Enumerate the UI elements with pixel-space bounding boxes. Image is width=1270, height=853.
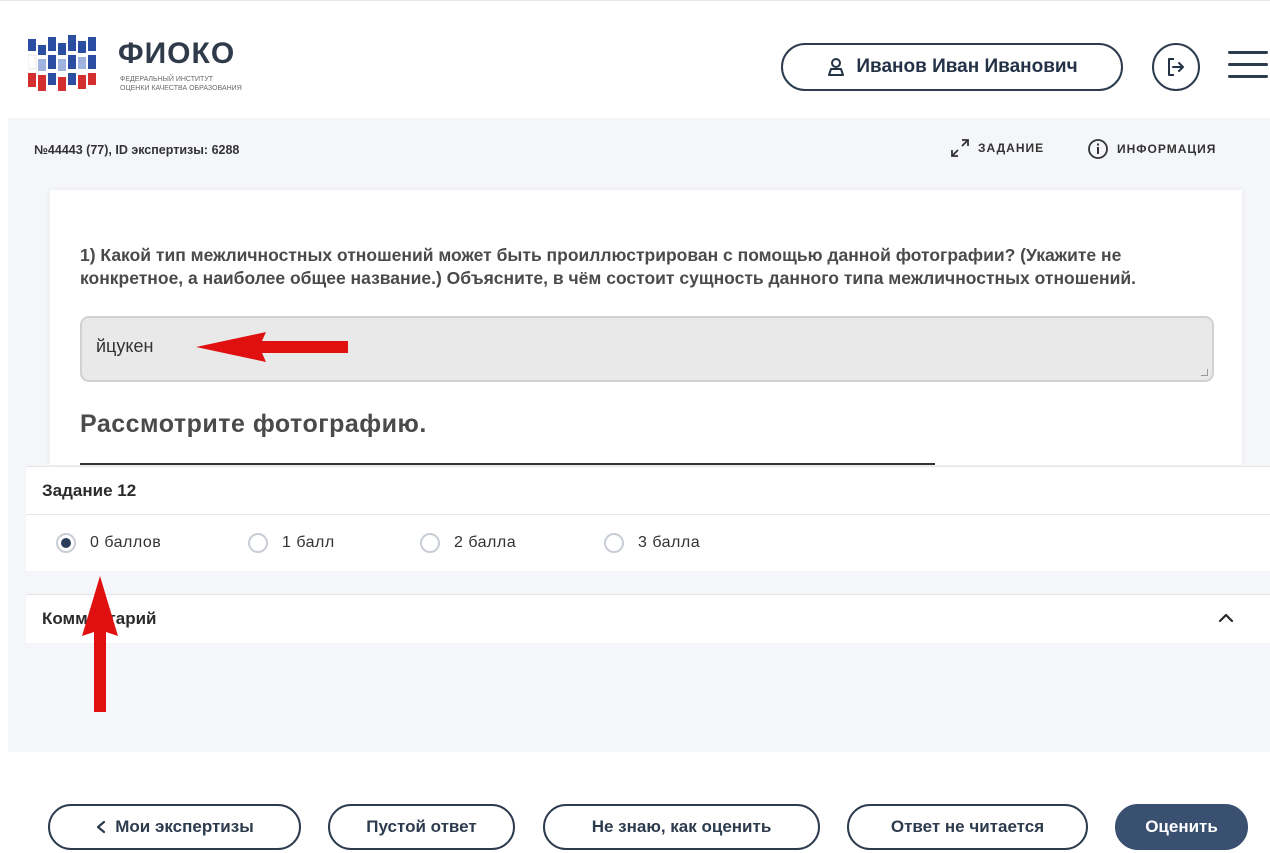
unreadable-answer-button[interactable]: Ответ не читается: [847, 804, 1088, 850]
answer-text: йцукен: [96, 336, 154, 356]
menu-icon: [1228, 51, 1268, 54]
fioko-logo[interactable]: ФИОКО ФЕДЕРАЛЬНЫЙ ИНСТИТУТ ОЦЕНКИ КАЧЕСТ…: [28, 35, 288, 97]
photo-heading: Рассмотрите фотографию.: [80, 410, 427, 438]
info-link[interactable]: ИНФОРМАЦИЯ: [1087, 138, 1216, 160]
score-option-label: 0 баллов: [90, 534, 162, 551]
radio-icon[interactable]: [420, 533, 440, 553]
dont-know-button[interactable]: Не знаю, как оценить: [543, 804, 820, 850]
user-icon: [828, 58, 845, 76]
expertise-id: №44443 (77), ID экспертизы: 6288: [34, 143, 240, 157]
logout-icon: [1168, 58, 1184, 76]
menu-icon-bar: [1228, 63, 1268, 66]
info-icon: [1088, 139, 1108, 159]
logo-title: ФИОКО: [118, 37, 236, 70]
divider: [26, 514, 1270, 515]
scoring-section: Задание 12 0 баллов 1 балл 2 балла 3 бал…: [26, 466, 1270, 571]
logout-button[interactable]: [1152, 43, 1200, 91]
annotation-arrow-up-icon: [82, 576, 118, 712]
score-option-label: 2 балла: [454, 534, 517, 551]
score-option-2[interactable]: 2 балла: [420, 533, 516, 553]
radio-icon[interactable]: [604, 533, 624, 553]
logo-subtitle-line2: ОЦЕНКИ КАЧЕСТВА ОБРАЗОВАНИЯ: [120, 85, 242, 92]
resize-handle-icon[interactable]: [1201, 369, 1208, 376]
my-expertises-button[interactable]: Мои экспертизы: [48, 804, 301, 850]
annotation-arrow-left-icon: [196, 332, 348, 362]
question-text: 1) Какой тип межличностных отношений мож…: [80, 245, 1136, 288]
score-option-1[interactable]: 1 балл: [248, 533, 335, 553]
dont-know-label: Не знаю, как оценить: [591, 817, 772, 836]
chevron-up-icon[interactable]: [1218, 612, 1234, 624]
empty-answer-button[interactable]: Пустой ответ: [328, 804, 515, 850]
comment-accordion[interactable]: Комментарий: [26, 594, 1270, 643]
menu-button[interactable]: [1228, 51, 1268, 81]
expand-icon: [951, 139, 969, 157]
score-option-0[interactable]: 0 баллов: [56, 533, 161, 553]
my-expertises-label: Мои экспертизы: [115, 817, 254, 836]
menu-icon-bar: [1228, 75, 1268, 78]
score-option-3[interactable]: 3 балла: [604, 533, 700, 553]
score-option-label: 1 балл: [282, 534, 335, 551]
info-link-label: ИНФОРМАЦИЯ: [1117, 142, 1217, 156]
radio-icon[interactable]: [248, 533, 268, 553]
header: ФИОКО ФЕДЕРАЛЬНЫЙ ИНСТИТУТ ОЦЕНКИ КАЧЕСТ…: [0, 0, 1270, 119]
radio-checked-icon[interactable]: [56, 533, 76, 553]
scoring-title: Задание 12: [42, 481, 137, 500]
info-bar: №44443 (77), ID экспертизы: 6288 ЗАДАНИЕ…: [34, 138, 1254, 162]
photo-preview-edge: [80, 463, 935, 465]
user-profile-button[interactable]: Иванов Иван Иванович: [781, 43, 1123, 91]
task-link[interactable]: ЗАДАНИЕ: [950, 138, 1044, 158]
chevron-left-icon: [97, 820, 106, 834]
unreadable-answer-label: Ответ не читается: [890, 817, 1045, 836]
user-name: Иванов Иван Иванович: [856, 56, 1078, 77]
evaluate-label: Оценить: [1145, 817, 1218, 836]
empty-answer-label: Пустой ответ: [366, 817, 477, 836]
score-option-label: 3 балла: [638, 534, 701, 551]
evaluate-button[interactable]: Оценить: [1115, 804, 1248, 850]
task-card: 1) Какой тип межличностных отношений мож…: [50, 190, 1242, 465]
task-link-label: ЗАДАНИЕ: [978, 141, 1045, 155]
logo-subtitle-line1: ФЕДЕРАЛЬНЫЙ ИНСТИТУТ: [120, 76, 214, 83]
logo-mark-icon: [28, 35, 96, 91]
logo-subtitle: ФЕДЕРАЛЬНЫЙ ИНСТИТУТ ОЦЕНКИ КАЧЕСТВА ОБР…: [120, 75, 242, 93]
